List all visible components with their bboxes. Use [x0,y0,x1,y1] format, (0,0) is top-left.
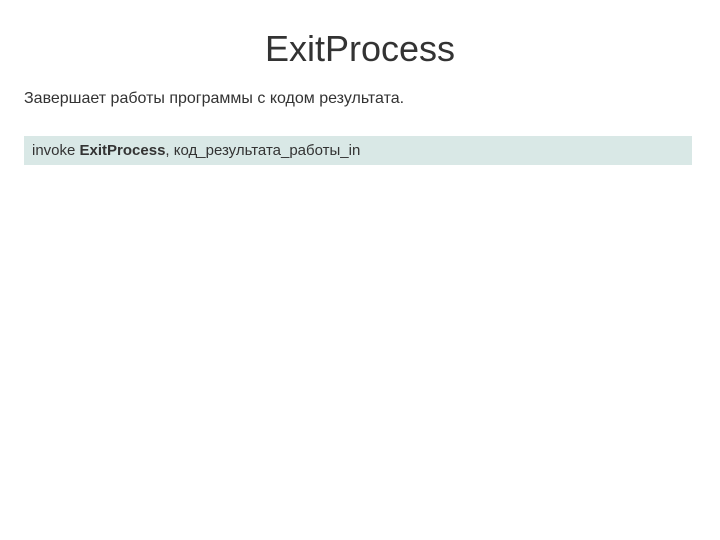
description-text: Завершает работы программы с кодом резул… [0,90,720,136]
code-block: invoke ExitProcess, код_результата_работ… [24,136,692,165]
page-title: ExitProcess [0,0,720,90]
code-function-name: ExitProcess [80,142,166,159]
code-invoke: invoke [32,142,80,159]
code-args: , код_результата_работы_in [165,142,360,159]
